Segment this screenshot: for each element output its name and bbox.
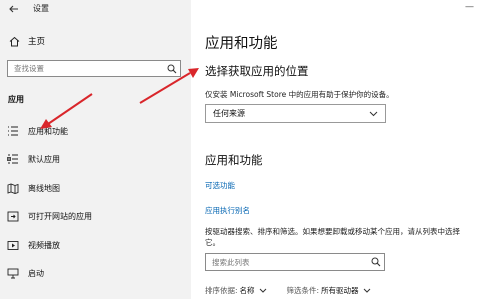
install-source-dropdown[interactable]: 任何来源 (205, 104, 386, 123)
web-app-icon (6, 210, 20, 222)
sidebar-item-label: 默认应用 (28, 154, 60, 164)
sidebar-item-offline-maps[interactable]: 离线地图 (0, 179, 191, 197)
sort-value: 名称 (239, 286, 255, 295)
window-controls: — (465, 2, 474, 12)
settings-search-input[interactable]: 查找设置 (7, 60, 181, 77)
list-icon (6, 125, 20, 137)
startup-icon (6, 267, 20, 279)
search-icon[interactable] (164, 61, 180, 76)
minimize-icon[interactable]: — (465, 2, 474, 12)
sidebar-item-default-apps[interactable]: 默认应用 (0, 150, 191, 168)
back-arrow-icon[interactable] (8, 3, 20, 15)
optional-features-link[interactable]: 可选功能 (205, 180, 235, 191)
app-list-search-input[interactable]: 搜索此列表 (205, 253, 385, 271)
apps-help-text: 按驱动器搜索、排序和筛选。如果想要卸载或移动某个应用，请从列表中选择它。 (205, 227, 460, 247)
install-source-dropdown-value: 任何来源 (213, 109, 245, 118)
search-icon[interactable] (368, 254, 384, 270)
page-title: 应用和功能 (205, 36, 278, 52)
main-panel: — 应用和功能 选择获取应用的位置 仅安装 Microsoft Store 中的… (191, 0, 480, 299)
filter-dropdown[interactable]: 筛选条件: 所有驱动器 (287, 285, 371, 296)
sidebar-item-startup[interactable]: 启动 (0, 264, 191, 282)
sidebar-item-label: 可打开网站的应用 (28, 211, 92, 221)
sort-dropdown[interactable]: 排序依据: 名称 (205, 285, 267, 296)
sidebar-item-video-playback[interactable]: 视频播放 (0, 236, 191, 254)
home-link[interactable]: 主页 (8, 34, 45, 48)
apps-features-heading: 应用和功能 (205, 153, 263, 167)
chevron-down-icon (363, 288, 371, 293)
sidebar-item-label: 启动 (28, 268, 44, 278)
sort-filter-bar: 排序依据: 名称 筛选条件: 所有驱动器 (205, 285, 391, 296)
home-icon (8, 35, 20, 47)
video-icon (6, 239, 20, 251)
sidebar-item-label: 应用和功能 (28, 126, 68, 136)
app-execution-alias-link[interactable]: 应用执行别名 (205, 205, 250, 216)
install-source-description: 仅安装 Microsoft Store 中的应用有助于保护你的设备。 (205, 90, 394, 99)
sort-label: 排序依据: (205, 286, 238, 295)
sidebar-item-apps-features[interactable]: 应用和功能 (0, 122, 191, 140)
window-title: 设置 (33, 4, 49, 13)
filter-label: 筛选条件: (286, 286, 320, 295)
home-label: 主页 (28, 37, 46, 47)
install-source-heading: 选择获取应用的位置 (205, 64, 309, 78)
settings-search-placeholder: 查找设置 (14, 64, 44, 73)
default-apps-icon (6, 153, 20, 165)
filter-value: 所有驱动器 (321, 286, 359, 295)
sidebar-item-label: 视频播放 (28, 240, 60, 250)
chevron-down-icon (259, 288, 267, 293)
section-label-apps: 应用 (8, 95, 24, 104)
sidebar: 设置 主页 查找设置 应用 应用和功能 默认应用 离线地图 可打开网站的应用 视… (0, 0, 191, 299)
sidebar-item-label: 离线地图 (28, 183, 60, 193)
sidebar-item-web-apps[interactable]: 可打开网站的应用 (0, 207, 191, 225)
app-list-search-placeholder: 搜索此列表 (212, 257, 250, 267)
map-icon (6, 182, 20, 194)
chevron-down-icon (368, 110, 378, 118)
title-bar: 设置 (0, 0, 191, 18)
